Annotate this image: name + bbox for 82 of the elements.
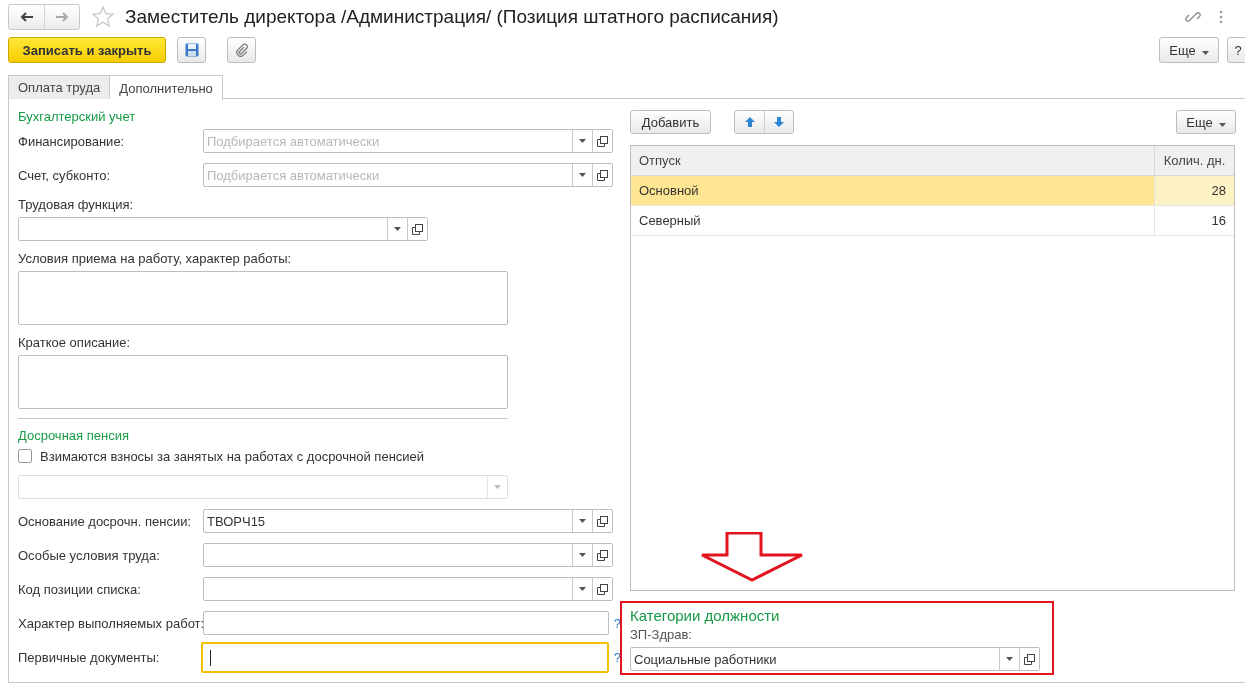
dropdown-field[interactable]: Подбирается автоматически xyxy=(203,129,613,153)
combo-input[interactable]: Подбирается автоматически xyxy=(204,164,572,186)
table-row[interactable]: Основной 28 xyxy=(631,176,1234,206)
dropdown-field[interactable] xyxy=(203,577,613,601)
table-cell: 16 xyxy=(1154,206,1234,235)
text-cursor xyxy=(210,649,211,666)
tab[interactable]: Дополнительно xyxy=(110,75,223,100)
star-icon[interactable] xyxy=(91,5,115,29)
open-button[interactable] xyxy=(592,130,612,152)
table-cell-text: Основной xyxy=(638,182,700,200)
up-arrow-icon xyxy=(743,116,756,128)
overlapping-squares-icon xyxy=(597,515,608,527)
paperclip-icon xyxy=(234,43,249,57)
caret-icon xyxy=(579,587,586,591)
field-label: Код позиции списка: xyxy=(18,581,142,597)
open-button[interactable] xyxy=(1019,648,1039,670)
dropdown-field[interactable] xyxy=(18,217,428,241)
overlapping-squares-icon xyxy=(597,549,608,561)
field-label: Особые условия труда: xyxy=(18,547,161,563)
field-label: Первичные документы: xyxy=(18,650,161,665)
window-title: Заместитель директора /Администрация/ (Позиция штатного расписания) xyxy=(125,6,779,28)
checkbox-label: Взимаются взносы за занятых на работах с досрочной пенсией xyxy=(40,448,425,464)
back-arrow-icon xyxy=(19,12,34,22)
more-button[interactable]: Еще xyxy=(1176,110,1236,134)
open-button[interactable] xyxy=(592,510,612,532)
open-button[interactable] xyxy=(592,544,612,566)
dropdown-field[interactable]: Социальные работники xyxy=(630,647,1040,671)
table-cell-text: Северный xyxy=(638,212,702,230)
caret-icon xyxy=(1006,657,1013,661)
overlapping-squares-icon xyxy=(1024,653,1035,665)
down-arrow-icon xyxy=(773,116,785,128)
caret-icon xyxy=(1218,122,1226,127)
caret-icon xyxy=(1201,50,1209,55)
section-title: Бухгалтерский учет xyxy=(18,108,137,126)
table-row[interactable]: Северный 16 xyxy=(631,206,1234,236)
column-header[interactable]: Колич. дн. xyxy=(1154,146,1234,175)
open-button[interactable] xyxy=(592,578,612,600)
caret-icon xyxy=(579,139,586,143)
section-title: Категории должности xyxy=(630,607,781,625)
tab[interactable]: Оплата труда xyxy=(8,75,111,99)
overlapping-squares-icon xyxy=(412,223,423,235)
attach-button[interactable] xyxy=(227,37,256,63)
field-label: Условия приема на работу, характер работы: xyxy=(18,251,293,267)
input-field[interactable] xyxy=(201,642,609,673)
caret-icon xyxy=(579,173,586,177)
link-icon[interactable] xyxy=(1185,9,1201,25)
overlapping-squares-icon xyxy=(597,583,608,595)
more-dots-icon[interactable] xyxy=(1219,10,1223,24)
save-and-close-button[interactable]: Записать и закрыть xyxy=(8,37,166,63)
caret-icon xyxy=(579,553,586,557)
field-label: Характер выполняемых работ: xyxy=(18,615,203,631)
overlapping-squares-icon xyxy=(597,135,608,147)
combo-input[interactable]: Социальные работники xyxy=(631,648,999,670)
add-button[interactable]: Добавить xyxy=(630,110,711,134)
forward-arrow-icon xyxy=(55,12,69,22)
column-header[interactable]: Отпуск xyxy=(631,146,1154,175)
open-button[interactable] xyxy=(407,218,427,240)
overlapping-squares-icon xyxy=(597,169,608,181)
dropdown-field[interactable]: ТВОРЧ15 xyxy=(203,509,613,533)
combo-input[interactable]: ТВОРЧ15 xyxy=(204,510,572,532)
table-cell: 28 xyxy=(1154,176,1234,205)
help-link[interactable]: ? xyxy=(613,615,621,631)
dropdown-field[interactable]: Подбирается автоматически xyxy=(203,163,613,187)
caret-icon xyxy=(394,227,401,231)
help-button[interactable]: ? xyxy=(1227,37,1245,63)
checkbox[interactable] xyxy=(18,449,32,463)
field-label: Финансирование: xyxy=(18,133,126,149)
section-title: Досрочная пенсия xyxy=(18,418,508,445)
field-label: Основание досрочн. пенсии: xyxy=(18,513,193,529)
save-button[interactable] xyxy=(177,37,206,63)
caret-icon xyxy=(579,519,586,523)
dropdown-field[interactable] xyxy=(203,543,613,567)
field-label: Счет, субконто: xyxy=(18,167,112,183)
open-button[interactable] xyxy=(592,164,612,186)
caret-icon xyxy=(494,485,501,489)
help-link[interactable]: ? xyxy=(613,650,621,665)
field-label: Краткое описание: xyxy=(18,335,132,351)
input-field[interactable] xyxy=(203,611,609,635)
combo-input[interactable]: Подбирается автоматически xyxy=(204,130,572,152)
field-label: ЗП-Здрав: xyxy=(630,627,693,643)
more-button[interactable]: Еще xyxy=(1159,37,1219,63)
field-label: Трудовая функция: xyxy=(18,197,135,213)
